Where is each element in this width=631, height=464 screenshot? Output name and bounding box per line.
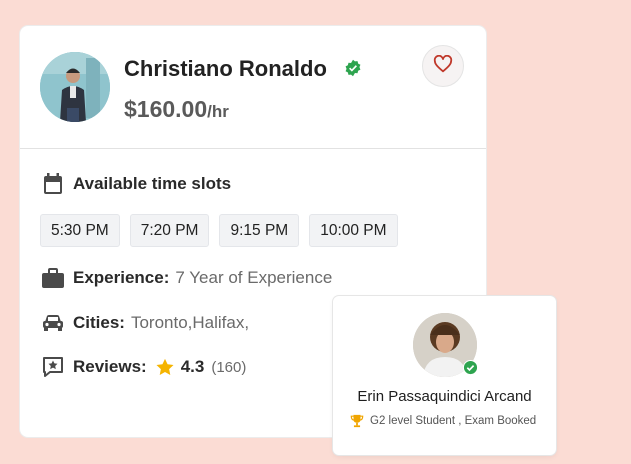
heart-icon [433,54,453,78]
verified-badge-icon [344,59,362,77]
reviews-label: Reviews: [73,357,147,376]
car-icon [42,312,64,334]
price-value: $160.00 [124,96,208,122]
student-name: Erin Passaquindici Arcand [357,388,532,405]
student-verified-icon [463,360,478,375]
briefcase-icon [42,267,64,289]
time-slot-button[interactable]: 5:30 PM [40,214,120,247]
star-review-icon [42,356,64,378]
slots-heading: Available time slots [42,173,231,195]
star-icon [155,358,175,377]
tutor-avatar[interactable] [40,52,110,122]
experience-value: 7 Year of Experience [175,268,333,287]
review-count: (160) [211,358,247,376]
calendar-icon [42,173,64,195]
time-slot-list: 5:30 PM 7:20 PM 9:15 PM 10:00 PM [40,214,398,247]
hourly-price: $160.00/hr [124,96,229,123]
experience-label: Experience: [73,268,170,287]
rating-value: 4.3 [180,357,205,376]
time-slot-button[interactable]: 9:15 PM [219,214,300,247]
time-slot-button[interactable]: 10:00 PM [309,214,398,247]
favorite-button[interactable] [422,45,464,87]
slots-title: Available time slots [73,174,232,193]
reviews-row: Reviews: 4.3 (160) [42,356,246,378]
experience-row: Experience: 7 Year of Experience [42,267,332,289]
price-unit: /hr [207,102,229,121]
student-status-text: G2 level Student , Exam Booked [370,415,537,427]
cities-label: Cities: [73,313,125,332]
cities-value: Toronto,Halifax, [130,313,250,332]
student-popup-card[interactable]: Erin Passaquindici Arcand G2 level Stude… [333,296,556,455]
cities-row: Cities: Toronto,Halifax, [42,312,249,334]
time-slot-button[interactable]: 7:20 PM [129,214,210,247]
tutor-name: Christiano Ronaldo [124,56,327,81]
student-status: G2 level Student , Exam Booked [350,414,536,428]
card-divider [20,148,486,149]
trophy-icon [350,414,364,428]
